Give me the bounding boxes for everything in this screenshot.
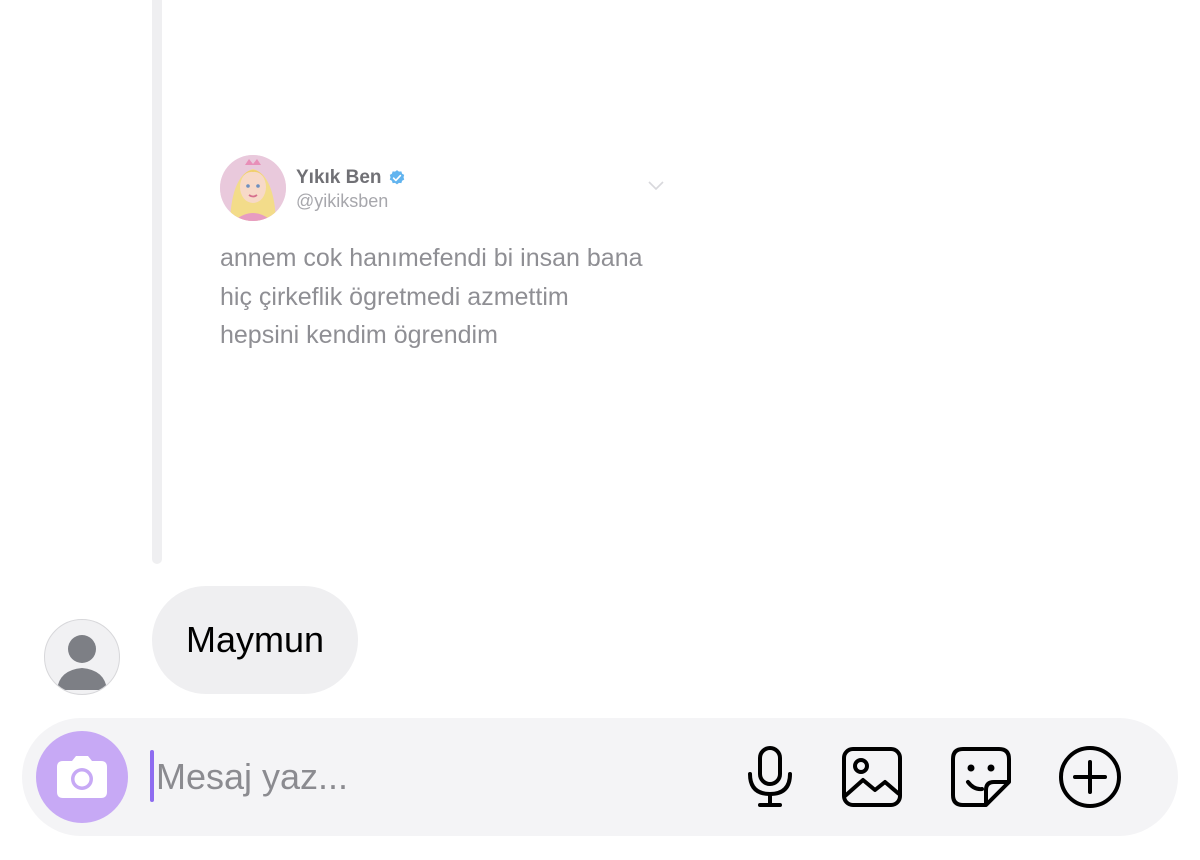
tweet-line: hiç çirkeflik ögretmedi azmettim [220,282,569,311]
sticker-icon [951,747,1011,807]
message-composer [22,718,1178,836]
camera-icon [57,756,107,798]
camera-button[interactable] [36,731,128,823]
verified-badge-icon [389,170,404,185]
gallery-button[interactable] [840,745,904,809]
microphone-button[interactable] [738,745,802,809]
chevron-down-icon[interactable] [648,181,664,191]
message-bubble[interactable]: Maymun [152,586,359,694]
sender-avatar[interactable] [44,619,120,695]
message-text: Maymun [186,619,325,660]
sticker-button[interactable] [949,745,1013,809]
message-input[interactable] [154,744,698,810]
tweet-line: hepsini kendim ögrendim [220,321,498,349]
tweet-author-avatar [220,155,286,221]
reply-indicator-bar [152,0,162,564]
tweet-body: annem cok hanımefendi bi insan bana hiç … [220,239,680,355]
microphone-icon [748,746,792,807]
add-button[interactable] [1058,745,1122,809]
tweet-line: annem cok hanımefendi bi insan bana [220,244,643,272]
tweet-author-handle: @yikiksben [296,191,389,211]
tweet-author-name: Yıkık Ben [296,167,382,188]
plus-circle-icon [1059,746,1121,808]
image-icon [842,747,902,807]
